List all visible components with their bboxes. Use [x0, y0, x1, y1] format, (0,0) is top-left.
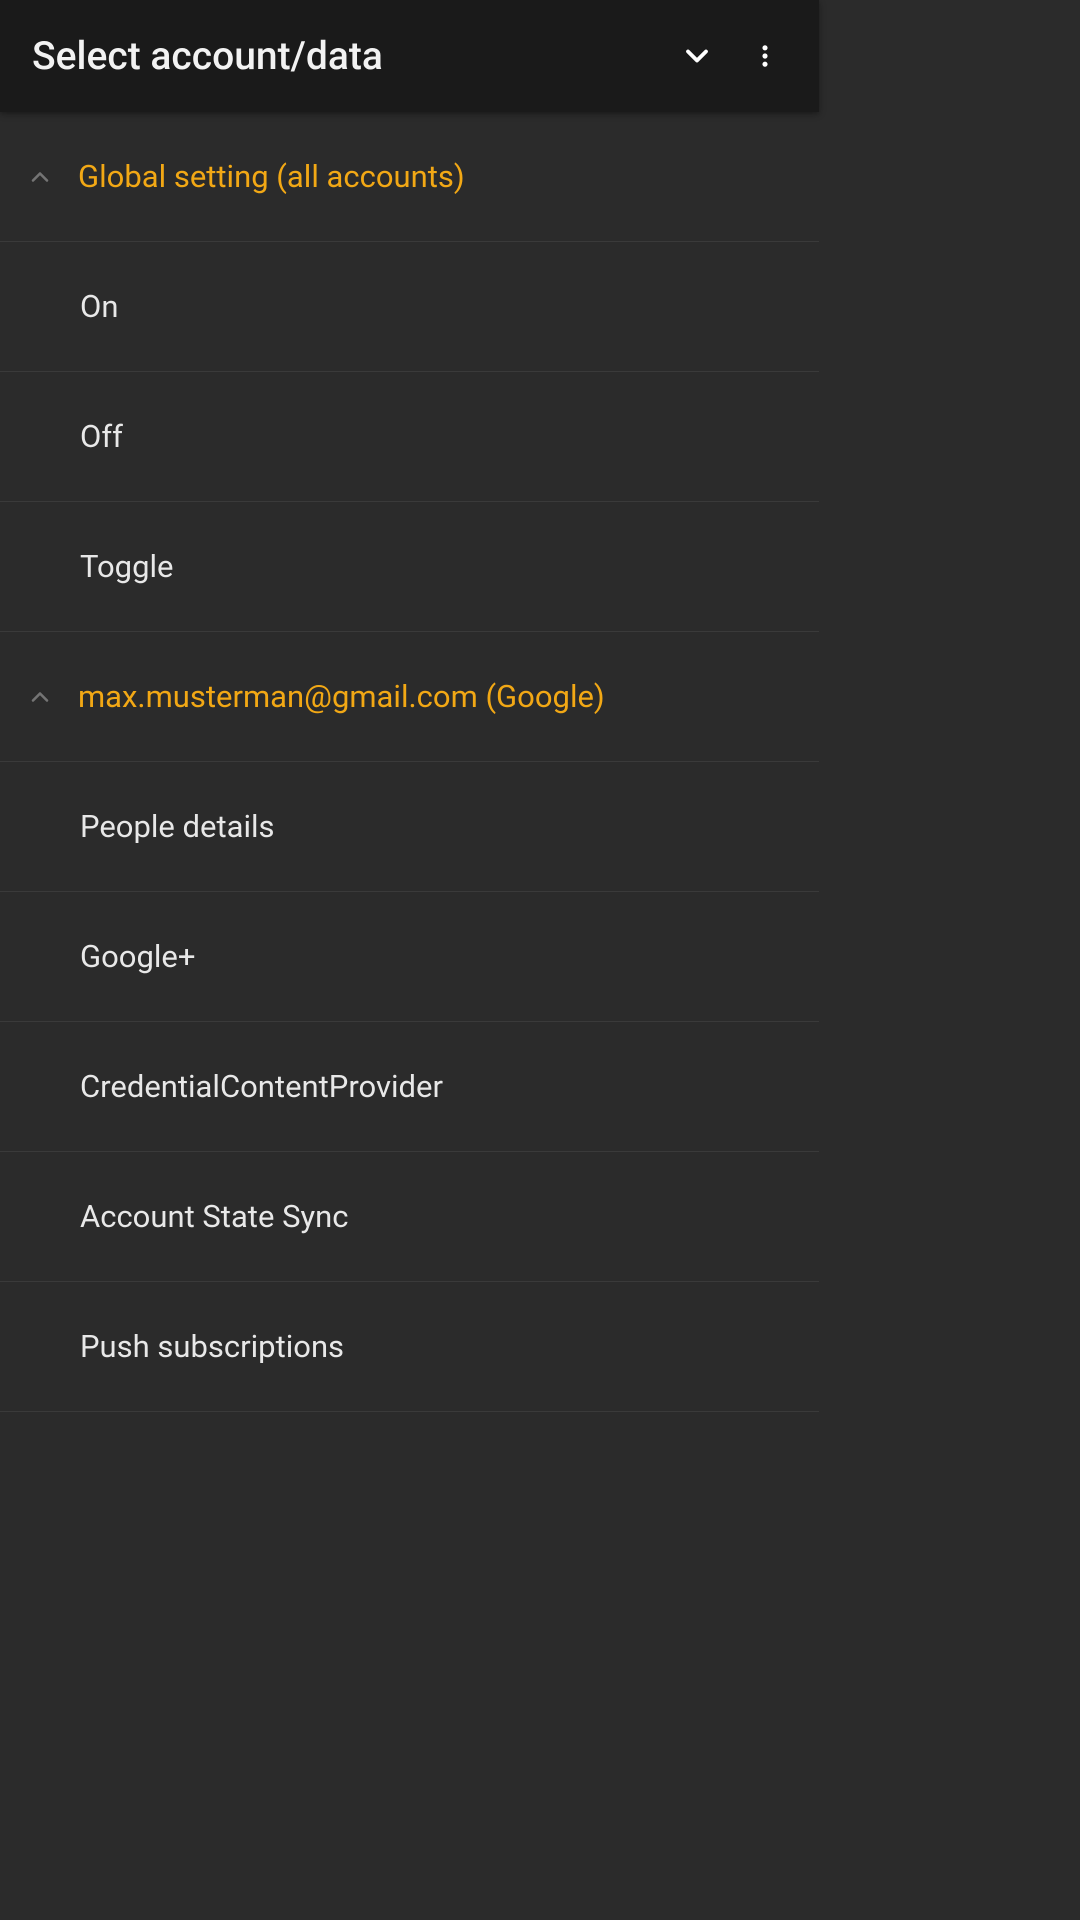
content-list: Global setting (all accounts) On Off Tog…: [0, 112, 819, 1412]
chevron-up-icon: [24, 681, 56, 713]
list-item-account-state-sync[interactable]: Account State Sync: [0, 1152, 819, 1282]
list-item-people-details[interactable]: People details: [0, 762, 819, 892]
list-item-credential-content-provider[interactable]: CredentialContentProvider: [0, 1022, 819, 1152]
more-options-icon[interactable]: [731, 22, 799, 90]
list-item-label: Account State Sync: [80, 1198, 349, 1235]
section-title: max.musterman@gmail.com (Google): [78, 678, 605, 715]
section-title: Global setting (all accounts): [78, 158, 465, 195]
page-title: Select account/data: [32, 33, 663, 79]
list-item-on[interactable]: On: [0, 242, 819, 372]
list-item-label: Toggle: [80, 548, 173, 585]
list-item-label: People details: [80, 808, 275, 845]
list-item-label: Push subscriptions: [80, 1328, 344, 1365]
list-item-label: Google+: [80, 938, 195, 975]
list-item-label: Off: [80, 418, 123, 455]
list-item-push-subscriptions[interactable]: Push subscriptions: [0, 1282, 819, 1412]
list-item-google-plus[interactable]: Google+: [0, 892, 819, 1022]
section-header-global[interactable]: Global setting (all accounts): [0, 112, 819, 242]
dropdown-icon[interactable]: [663, 22, 731, 90]
list-item-off[interactable]: Off: [0, 372, 819, 502]
list-item-label: On: [80, 288, 118, 325]
chevron-up-icon: [24, 161, 56, 193]
section-header-account[interactable]: max.musterman@gmail.com (Google): [0, 632, 819, 762]
list-item-label: CredentialContentProvider: [80, 1068, 443, 1105]
app-header: Select account/data: [0, 0, 819, 112]
list-item-toggle[interactable]: Toggle: [0, 502, 819, 632]
